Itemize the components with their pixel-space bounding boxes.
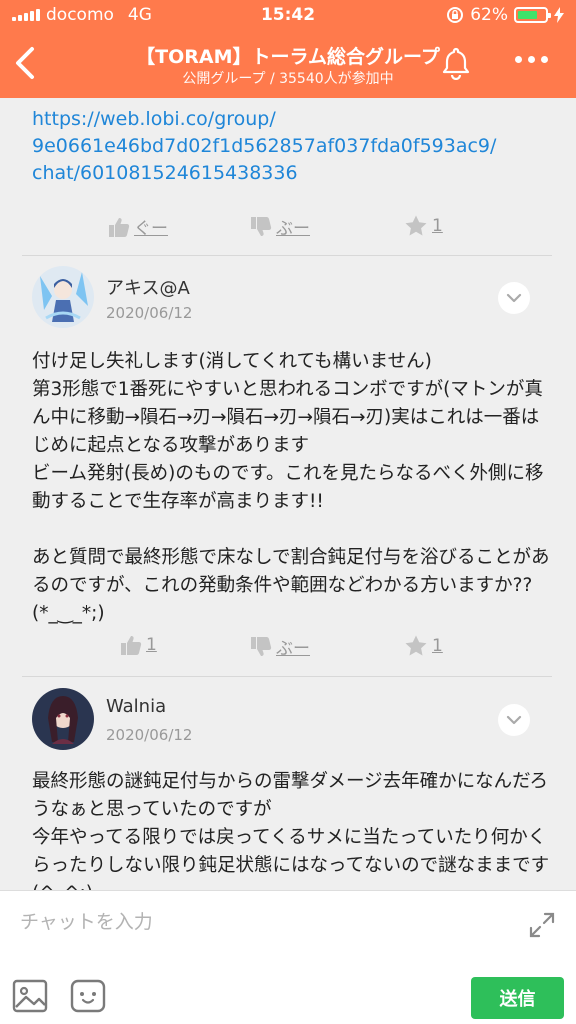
author-name[interactable]: アキス@A bbox=[106, 274, 190, 300]
dislike-label: ぶー bbox=[276, 219, 310, 239]
battery-percent: 62% bbox=[470, 5, 508, 25]
star-count: 1 bbox=[432, 216, 443, 236]
divider bbox=[22, 676, 552, 677]
star-count: 1 bbox=[432, 636, 443, 656]
like-count: 1 bbox=[146, 635, 157, 655]
dislike-label: ぶー bbox=[276, 639, 310, 659]
battery-icon bbox=[514, 7, 551, 23]
thumbs-up-icon bbox=[121, 636, 142, 655]
post-date: 2020/06/12 bbox=[106, 304, 193, 322]
post-header: アキス@A 2020/06/12 bbox=[0, 266, 576, 336]
chevron-down-icon bbox=[506, 715, 522, 725]
star-button[interactable]: 1 bbox=[404, 634, 443, 658]
send-button[interactable]: 送信 bbox=[471, 977, 564, 1019]
thumbs-down-icon bbox=[251, 216, 272, 236]
post-message: 最終形態の謎鈍足付与からの雷撃ダメージ去年確かになんだろうなぁと思っていたのです… bbox=[32, 771, 550, 890]
post-menu-button[interactable] bbox=[498, 704, 530, 736]
reaction-bar: ぐー ぶー 1 bbox=[0, 208, 576, 248]
chat-thread[interactable]: https://web.lobi.co/group/ 9e0661e46bd7d… bbox=[0, 98, 576, 890]
star-icon bbox=[405, 635, 427, 656]
image-icon[interactable] bbox=[12, 979, 48, 1013]
status-bar: docomo 4G 15:42 62% bbox=[0, 0, 576, 30]
avatar[interactable] bbox=[32, 688, 94, 750]
chevron-down-icon bbox=[506, 293, 522, 303]
like-button[interactable]: ぐー bbox=[108, 214, 168, 239]
sticker-icon[interactable] bbox=[70, 979, 106, 1013]
charging-icon bbox=[554, 7, 564, 23]
post-message: 付け足し失礼します(消してくれても構いません) 第3形態で1番死にやすいと思われ… bbox=[32, 351, 550, 624]
group-title: 【TORAM】トーラム総合グループ bbox=[136, 46, 440, 68]
chat-input-area: チャットを入力 送信 bbox=[0, 890, 576, 1024]
dislike-button[interactable]: ぶー bbox=[250, 214, 310, 239]
thumbs-down-icon bbox=[251, 636, 272, 656]
post-date: 2020/06/12 bbox=[106, 726, 193, 744]
status-right: 62% bbox=[446, 5, 564, 25]
rotation-lock-icon bbox=[447, 7, 464, 23]
like-button[interactable]: 1 bbox=[120, 634, 157, 656]
divider bbox=[22, 255, 552, 256]
group-subtitle: 公開グループ / 35540人が参加中 bbox=[182, 71, 394, 87]
star-icon bbox=[405, 215, 427, 236]
post-header: Walnia 2020/06/12 bbox=[0, 688, 576, 758]
thumbs-up-icon bbox=[109, 217, 130, 237]
reaction-bar: 1 ぶー 1 bbox=[0, 628, 576, 668]
post-menu-button[interactable] bbox=[498, 282, 530, 314]
header: docomo 4G 15:42 62% 【TORAM】トーラム総合グループ 公開… bbox=[0, 0, 576, 98]
like-label: ぐー bbox=[134, 219, 168, 239]
expand-icon[interactable] bbox=[528, 911, 556, 939]
author-name[interactable]: Walnia bbox=[106, 696, 166, 717]
more-options-icon[interactable] bbox=[515, 56, 548, 63]
star-button[interactable]: 1 bbox=[404, 214, 443, 238]
bell-icon[interactable] bbox=[440, 46, 472, 80]
avatar[interactable] bbox=[32, 266, 94, 328]
dislike-button[interactable]: ぶー bbox=[250, 634, 310, 659]
chat-link[interactable]: https://web.lobi.co/group/ 9e0661e46bd7d… bbox=[32, 106, 552, 187]
chat-input[interactable]: チャットを入力 bbox=[20, 907, 153, 934]
